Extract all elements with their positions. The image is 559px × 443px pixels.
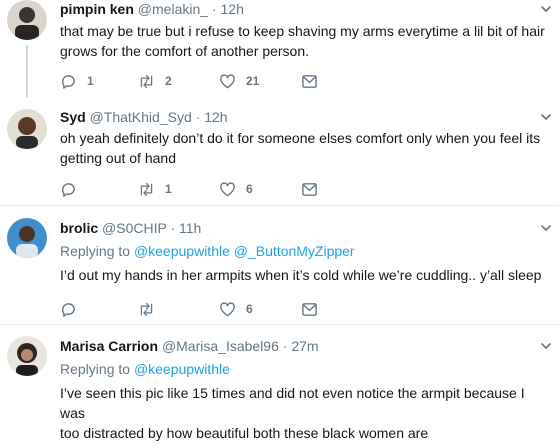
tweet-4[interactable]: Marisa Carrion @Marisa_Isabel96 · 27m Re… xyxy=(0,325,559,441)
tweet-text-line: I’ve seen this pic like 15 times and did… xyxy=(60,385,525,421)
display-name[interactable]: Marisa Carrion xyxy=(60,338,158,354)
tweet-2[interactable]: Syd @ThatKhid_Syd · 12h oh yeah definite… xyxy=(0,99,559,199)
timestamp[interactable]: 12h xyxy=(204,109,227,125)
tweet-header: pimpin ken @melakin_ · 12h xyxy=(60,1,244,17)
tweet-header: Syd @ThatKhid_Syd · 12h xyxy=(60,109,228,125)
reply-button[interactable] xyxy=(60,179,77,199)
envelope-icon xyxy=(302,74,317,88)
like-button[interactable]: 6 xyxy=(219,179,253,199)
avatar[interactable] xyxy=(7,336,47,376)
chevron-down-icon[interactable] xyxy=(539,339,553,353)
display-name[interactable]: Syd xyxy=(60,109,86,125)
tweet-header: brolic @S0CHIP · 11h xyxy=(60,220,201,236)
retweet-button[interactable]: 2 xyxy=(138,71,172,91)
chevron-down-icon[interactable] xyxy=(539,2,553,16)
envelope-icon xyxy=(302,302,317,316)
retweet-button[interactable] xyxy=(138,299,155,319)
heart-icon xyxy=(220,181,235,196)
reply-icon xyxy=(61,74,75,89)
tweet-1[interactable]: pimpin ken @melakin_ · 12h that may be t… xyxy=(0,0,559,99)
separator-dot: · xyxy=(195,109,201,125)
reply-button[interactable] xyxy=(60,299,77,319)
display-name[interactable]: pimpin ken xyxy=(60,1,134,17)
mention-link[interactable]: @keepupwithle xyxy=(134,361,230,377)
avatar[interactable] xyxy=(7,109,47,149)
direct-message-button[interactable] xyxy=(301,71,318,91)
replying-to-label: Replying to xyxy=(60,243,131,259)
like-button[interactable]: 21 xyxy=(219,71,259,91)
timestamp[interactable]: 12h xyxy=(221,1,244,17)
heart-icon xyxy=(220,301,235,316)
display-name[interactable]: brolic xyxy=(60,220,98,236)
separator-dot: · xyxy=(170,220,176,236)
timestamp[interactable]: 11h xyxy=(179,220,201,236)
mention-link[interactable]: @_ButtonMyZipper xyxy=(234,243,355,259)
tweet-text-line: getting out of hand xyxy=(60,150,176,166)
tweet-text-line: oh yeah definitely don’t do it for someo… xyxy=(60,130,541,146)
chevron-down-icon[interactable] xyxy=(539,221,553,235)
retweet-count: 1 xyxy=(165,182,172,196)
avatar[interactable] xyxy=(7,0,47,40)
tweet-actions: 1 6 xyxy=(60,179,460,199)
tweet-text-line: that may be true but i refuse to keep sh… xyxy=(60,23,545,39)
chevron-down-icon[interactable] xyxy=(539,110,553,124)
retweet-count: 2 xyxy=(165,74,172,88)
user-handle[interactable]: @Marisa_Isabel96 xyxy=(162,338,279,354)
user-handle[interactable]: @ThatKhid_Syd xyxy=(90,109,192,125)
mention-link[interactable]: @keepupwithle xyxy=(134,243,230,259)
tweet-actions: 6 xyxy=(60,299,460,319)
replying-to: Replying to @keepupwithle xyxy=(60,361,230,377)
heart-icon xyxy=(220,73,235,88)
reply-button[interactable]: 1 xyxy=(60,71,94,91)
retweet-icon xyxy=(140,302,153,316)
user-handle[interactable]: @melakin_ xyxy=(138,1,208,17)
separator-dot: · xyxy=(211,1,217,17)
user-handle[interactable]: @S0CHIP xyxy=(102,220,167,236)
tweet-actions: 1 2 21 xyxy=(60,71,460,91)
tweet-text: oh yeah definitely don’t do it for someo… xyxy=(60,128,552,168)
reply-count: 1 xyxy=(87,74,94,88)
replying-to: Replying to @keepupwithle @_ButtonMyZipp… xyxy=(60,243,355,259)
tweet-text-line: grows for the comfort of another person. xyxy=(60,43,310,59)
envelope-icon xyxy=(302,182,317,196)
like-button[interactable]: 6 xyxy=(219,299,253,319)
direct-message-button[interactable] xyxy=(301,299,318,319)
reply-icon xyxy=(61,182,75,197)
like-count: 6 xyxy=(246,182,253,196)
timestamp[interactable]: 27m xyxy=(291,338,318,354)
tweet-text-line: too distracted by how beautiful both the… xyxy=(60,425,429,441)
retweet-button[interactable]: 1 xyxy=(138,179,172,199)
avatar[interactable] xyxy=(7,218,47,258)
thread-connector xyxy=(26,45,28,97)
separator-dot: · xyxy=(282,338,288,354)
tweet-3[interactable]: brolic @S0CHIP · 11h Replying to @keepup… xyxy=(0,206,559,324)
tweet-text: I’ve seen this pic like 15 times and did… xyxy=(60,383,552,443)
like-count: 21 xyxy=(246,74,260,88)
retweet-icon xyxy=(140,182,153,196)
replying-to-label: Replying to xyxy=(60,361,131,377)
direct-message-button[interactable] xyxy=(301,179,318,199)
tweet-header: Marisa Carrion @Marisa_Isabel96 · 27m xyxy=(60,338,319,354)
retweet-icon xyxy=(140,74,153,88)
like-count: 6 xyxy=(246,302,253,316)
tweet-text: I’d out my hands in her armpits when it’… xyxy=(60,265,552,285)
tweet-text: that may be true but i refuse to keep sh… xyxy=(60,21,552,61)
tweet-text-line: I’d out my hands in her armpits when it’… xyxy=(60,267,542,283)
reply-icon xyxy=(61,302,75,317)
